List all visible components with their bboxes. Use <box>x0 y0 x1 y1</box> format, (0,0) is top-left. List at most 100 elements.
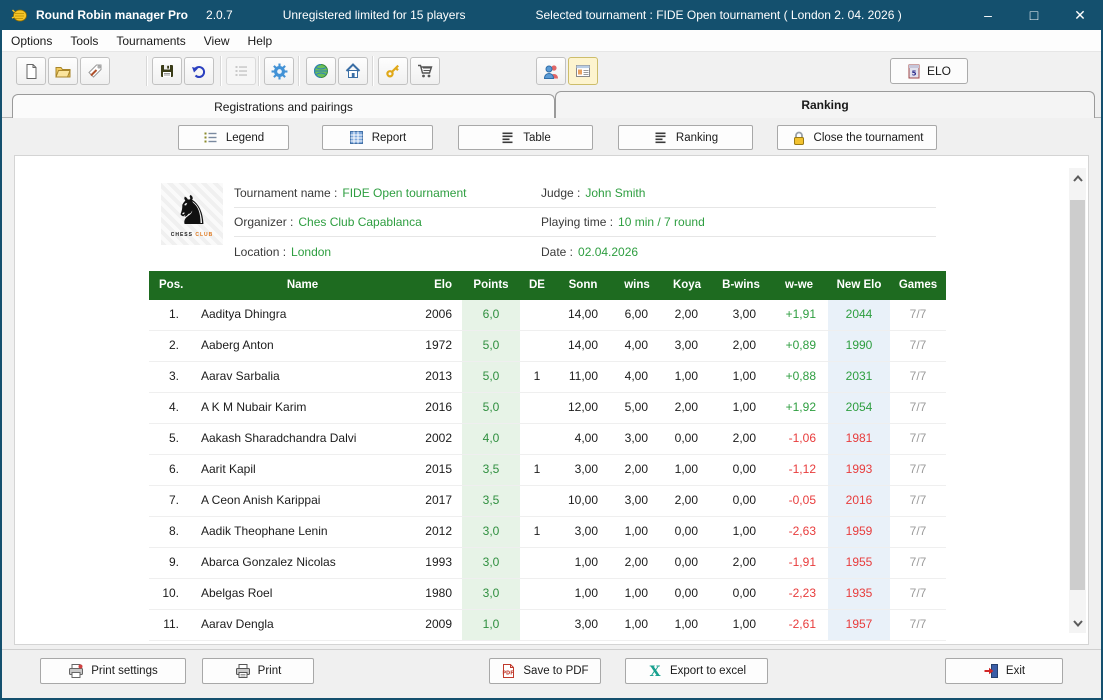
cell-wins: 2,00 <box>612 455 662 485</box>
svg-text:5: 5 <box>912 69 917 77</box>
close-button[interactable]: ✕ <box>1057 0 1103 30</box>
cell-de <box>520 486 554 516</box>
legend-list-button[interactable] <box>226 57 256 85</box>
print-button[interactable]: Print <box>202 658 314 684</box>
vertical-scrollbar[interactable] <box>1069 168 1086 633</box>
exit-button[interactable]: Exit <box>945 658 1063 684</box>
cell-pos: 3. <box>149 362 191 392</box>
tab-registrations-and-pairings[interactable]: Registrations and pairings <box>12 94 555 118</box>
shop-button[interactable] <box>410 57 440 85</box>
register-key-button[interactable] <box>378 57 408 85</box>
table-row[interactable]: 9.Abarca Gonzalez Nicolas19933,01,002,00… <box>149 548 946 579</box>
table-body: 1.Aaditya Dhingra20066,014,006,002,003,0… <box>149 300 946 641</box>
cell-de <box>520 579 554 609</box>
table-row[interactable]: 6.Aarit Kapil20153,513,002,001,000,00-1,… <box>149 455 946 486</box>
cell-pos: 10. <box>149 579 191 609</box>
save-button[interactable] <box>152 57 182 85</box>
pdf-icon: PDF <box>501 663 516 679</box>
cell-name: Abelgas Roel <box>191 579 414 609</box>
cell-games: 7/7 <box>890 486 946 516</box>
col-header-bwins: B-wins <box>712 271 770 300</box>
table-row[interactable]: 3.Aarav Sarbalia20135,0111,004,001,001,0… <box>149 362 946 393</box>
chevron-down-icon <box>1072 619 1084 628</box>
scroll-down-button[interactable] <box>1069 613 1086 633</box>
cell-games: 7/7 <box>890 393 946 423</box>
cell-name: Aaditya Dhingra <box>191 300 414 330</box>
home-button[interactable] <box>338 57 368 85</box>
cell-elo: 1993 <box>414 548 462 578</box>
cell-bwins: 0,00 <box>712 455 770 485</box>
table-row[interactable]: 5.Aakash Sharadchandra Dalvi20024,04,003… <box>149 424 946 455</box>
printer-icon <box>235 663 251 679</box>
open-tournament-button[interactable] <box>48 57 78 85</box>
open-folder-icon <box>55 63 71 79</box>
table-row[interactable]: 4.A K M Nubair Karim20165,012,005,002,00… <box>149 393 946 424</box>
cell-wins: 5,00 <box>612 393 662 423</box>
delete-tournament-button[interactable] <box>80 57 110 85</box>
ranking-button-label: Ranking <box>676 132 718 144</box>
minimize-button[interactable]: – <box>965 0 1011 30</box>
table-row[interactable]: 10.Abelgas Roel19803,01,001,000,000,00-2… <box>149 579 946 610</box>
menu-help[interactable]: Help <box>239 32 282 50</box>
cell-games: 7/7 <box>890 424 946 454</box>
col-header-points: Points <box>462 271 520 300</box>
cell-pos: 9. <box>149 548 191 578</box>
license-status: Unregistered limited for 15 players <box>283 8 466 22</box>
web-update-button[interactable] <box>306 57 336 85</box>
cell-bwins: 3,00 <box>712 300 770 330</box>
cell-games: 7/7 <box>890 362 946 392</box>
table-row[interactable]: 11.Aarav Dengla20091,03,001,001,001,00-2… <box>149 610 946 641</box>
cell-de: 1 <box>520 517 554 547</box>
undo-button[interactable] <box>184 57 214 85</box>
cell-de <box>520 424 554 454</box>
cell-de <box>520 331 554 361</box>
table-row[interactable]: 7.A Ceon Anish Karippai20173,510,003,002… <box>149 486 946 517</box>
cell-bwins: 1,00 <box>712 393 770 423</box>
table-row[interactable]: 1.Aaditya Dhingra20066,014,006,002,003,0… <box>149 300 946 331</box>
cell-points: 5,0 <box>462 331 520 361</box>
date-label: Date : <box>541 245 573 259</box>
cell-wins: 1,00 <box>612 579 662 609</box>
col-header-pos: Pos. <box>149 271 191 300</box>
print-settings-button[interactable]: Print settings <box>40 658 186 684</box>
export-to-excel-button[interactable]: X Export to excel <box>625 658 768 684</box>
legend-button[interactable]: Legend <box>178 125 289 150</box>
cell-koya: 3,00 <box>662 331 712 361</box>
table-button[interactable]: Table <box>458 125 593 150</box>
table-row[interactable]: 2.Aaberg Anton19725,014,004,003,002,00+0… <box>149 331 946 362</box>
tab-ranking[interactable]: Ranking <box>555 91 1095 118</box>
report-button[interactable]: Report <box>322 125 433 150</box>
bullet-list-icon <box>233 63 249 79</box>
scrollbar-thumb[interactable] <box>1070 200 1085 590</box>
new-tournament-button[interactable] <box>16 57 46 85</box>
settings-button[interactable] <box>264 57 294 85</box>
menu-tournaments[interactable]: Tournaments <box>107 32 194 50</box>
cell-newelo: 2044 <box>828 300 890 330</box>
menu-tools[interactable]: Tools <box>61 32 107 50</box>
cell-de: 1 <box>520 455 554 485</box>
elo-button[interactable]: 5 ELO <box>890 58 968 84</box>
print-settings-label: Print settings <box>91 665 157 677</box>
table-row[interactable]: 8.Aadik Theophane Lenin20123,013,001,000… <box>149 517 946 548</box>
players-button[interactable] <box>536 57 566 85</box>
maximize-button[interactable]: □ <box>1011 0 1057 30</box>
cell-wwe: +1,92 <box>770 393 828 423</box>
close-tournament-button[interactable]: Close the tournament <box>777 125 937 150</box>
scroll-up-button[interactable] <box>1069 168 1086 188</box>
cell-de <box>520 548 554 578</box>
chevron-up-icon <box>1072 174 1084 183</box>
menu-options[interactable]: Options <box>2 32 61 50</box>
table-header: Pos. Name Elo Points DE Sonn wins Koya B… <box>149 271 946 300</box>
ranking-button[interactable]: Ranking <box>618 125 753 150</box>
menu-view[interactable]: View <box>195 32 239 50</box>
cell-de <box>520 300 554 330</box>
save-to-pdf-button[interactable]: PDF Save to PDF <box>489 658 601 684</box>
undo-icon <box>191 63 207 79</box>
cell-points: 3,5 <box>462 486 520 516</box>
cell-bwins: 2,00 <box>712 548 770 578</box>
cell-name: Abarca Gonzalez Nicolas <box>191 548 414 578</box>
cell-de <box>520 393 554 423</box>
player-card-button[interactable] <box>568 57 598 85</box>
cell-pos: 7. <box>149 486 191 516</box>
elo-calc-icon: 5 <box>907 64 921 79</box>
